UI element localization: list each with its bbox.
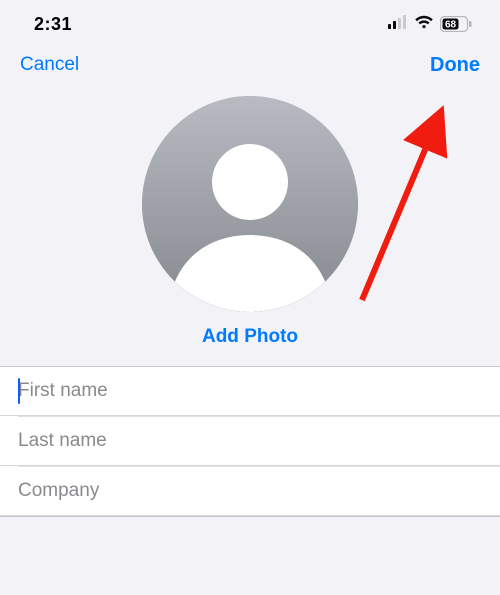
contact-fields bbox=[0, 366, 500, 517]
company-input[interactable] bbox=[18, 480, 500, 502]
company-row[interactable] bbox=[0, 467, 500, 516]
last-name-input[interactable] bbox=[18, 430, 500, 452]
person-icon bbox=[142, 96, 358, 312]
photo-section: Add Photo bbox=[0, 88, 500, 366]
status-bar: 2:31 68 bbox=[0, 0, 500, 48]
add-photo-button[interactable]: Add Photo bbox=[202, 326, 298, 348]
last-name-row[interactable] bbox=[0, 417, 500, 466]
status-indicators: 68 bbox=[388, 15, 472, 34]
first-name-row[interactable] bbox=[0, 367, 500, 416]
cellular-icon bbox=[388, 15, 408, 34]
nav-bar: Cancel Done bbox=[0, 48, 500, 88]
done-button[interactable]: Done bbox=[430, 54, 480, 77]
battery-icon: 68 bbox=[440, 16, 472, 32]
text-caret bbox=[18, 378, 20, 404]
screen: { "status": { "time": "2:31", "battery_p… bbox=[0, 0, 500, 595]
cancel-button[interactable]: Cancel bbox=[20, 54, 79, 76]
divider bbox=[0, 516, 500, 517]
status-time: 2:31 bbox=[34, 14, 72, 35]
wifi-icon bbox=[414, 15, 434, 34]
avatar-placeholder[interactable] bbox=[142, 96, 358, 312]
first-name-input[interactable] bbox=[18, 380, 500, 402]
battery-percent-text: 68 bbox=[445, 20, 457, 31]
